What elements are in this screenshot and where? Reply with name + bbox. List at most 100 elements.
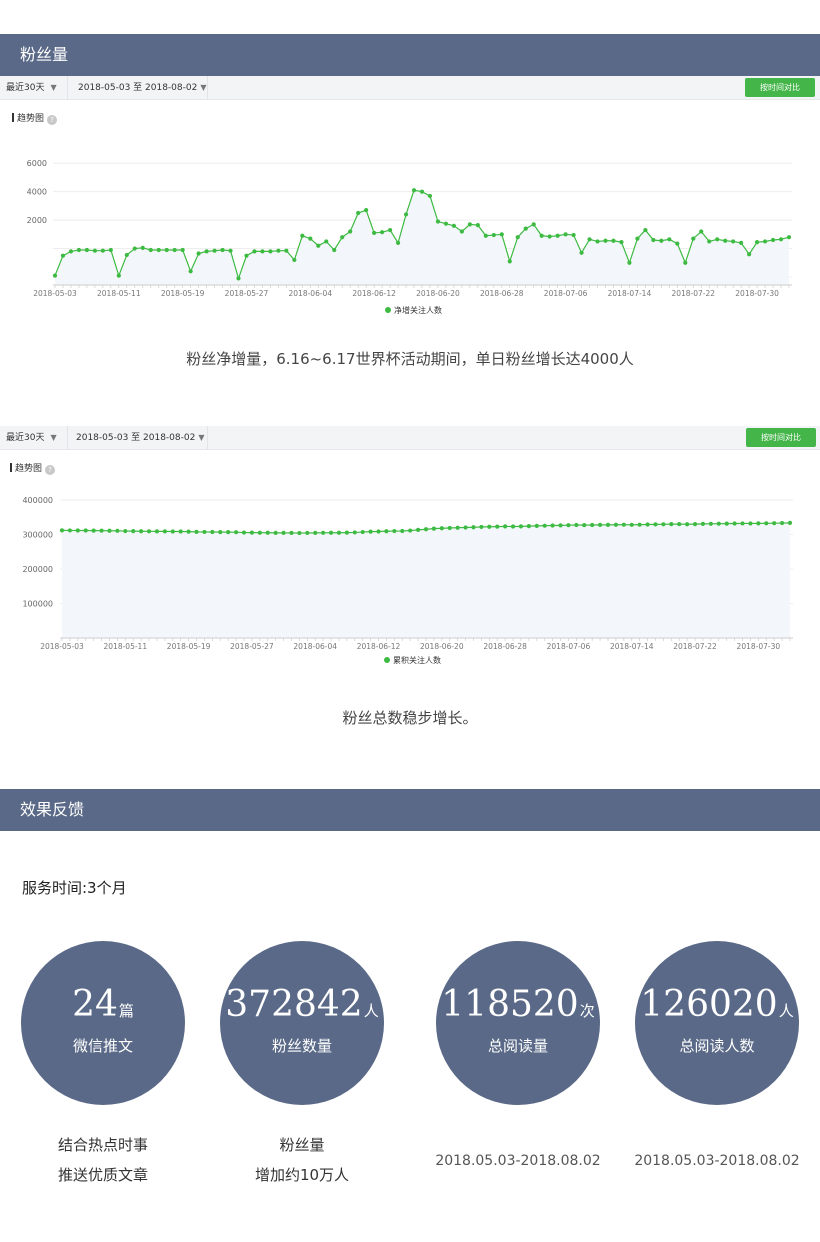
data-point: [645, 522, 650, 527]
data-point: [395, 240, 401, 245]
data-point: [336, 530, 342, 535]
x-tick-label: 2018-07-30: [735, 289, 779, 298]
stat-value-number: 118520: [441, 984, 579, 1025]
data-point: [356, 210, 361, 216]
stat-circle-articles: 24篇 微信推文: [21, 941, 185, 1105]
data-point: [419, 189, 425, 194]
data-point: [659, 238, 664, 243]
stat-desc-line: 推送优质文章: [57, 1166, 148, 1184]
data-point: [233, 530, 239, 535]
x-tick-label: 2018-05-11: [97, 289, 141, 298]
stat-label: 微信推文: [72, 1037, 133, 1055]
data-point: [619, 240, 624, 245]
stat-value: 372842人: [220, 985, 384, 1031]
data-point: [123, 528, 128, 534]
question-circle-icon[interactable]: ?: [47, 115, 58, 125]
data-point: [380, 230, 385, 235]
data-point: [124, 252, 129, 258]
stat-value: 126020人: [635, 985, 799, 1031]
data-point: [724, 521, 729, 526]
data-point: [669, 522, 674, 527]
data-point: [534, 523, 539, 528]
stat-desc-line: 2018.05.03-2018.08.02: [435, 1153, 601, 1169]
data-point: [699, 229, 704, 234]
chart2-caption: 粉丝总数稳步增长。: [342, 709, 478, 727]
data-point: [518, 524, 524, 529]
data-point: [364, 208, 369, 213]
trend-label: 趋势图?: [10, 461, 56, 475]
data-point: [91, 528, 96, 533]
data-point: [107, 528, 112, 533]
data-point: [344, 530, 349, 535]
stat-unit: 人: [363, 1002, 379, 1020]
data-point: [651, 237, 656, 243]
period-select[interactable]: 最近30天 ▼: [0, 426, 68, 450]
data-point: [116, 273, 121, 278]
data-point: [324, 239, 329, 244]
data-point: [539, 233, 544, 238]
data-point: [463, 525, 468, 530]
data-point: [244, 253, 249, 258]
compare-by-time-button[interactable]: 按时间对比: [745, 78, 815, 97]
data-point: [762, 239, 768, 244]
data-point: [613, 522, 619, 527]
data-point: [558, 523, 563, 528]
data-point: [348, 229, 353, 234]
chart2-toolbar: 最近30天 ▼ 2018-05-03 至 2018-08-02 ▼ 按时间对比: [0, 426, 820, 450]
period-select[interactable]: 最近30天 ▼: [0, 76, 68, 100]
data-point: [99, 528, 104, 533]
stat-circle-readers: 126020人 总阅读人数: [635, 941, 799, 1105]
data-point: [194, 529, 199, 534]
data-point: [146, 529, 152, 534]
data-point: [715, 237, 720, 242]
series-area: [55, 190, 789, 285]
data-point: [487, 524, 492, 529]
x-tick-label: 2018-05-19: [167, 642, 211, 651]
data-point: [162, 529, 167, 534]
stat-desc-fans: 粉丝量 增加约10万人: [202, 1130, 402, 1190]
data-point: [132, 246, 137, 251]
y-tick-label: 400000: [22, 496, 53, 505]
x-tick-label: 2018-07-06: [544, 289, 588, 298]
date-range-select[interactable]: 2018-05-03 至 2018-08-02 ▼: [68, 426, 208, 450]
chart1-caption: 粉丝净增量，6.16~6.17世界杯活动期间，单日粉丝增长达4000人: [186, 350, 634, 368]
stat-value: 24篇: [21, 985, 185, 1031]
data-point: [563, 232, 568, 237]
data-point: [483, 233, 488, 238]
legend-label: 累积关注人数: [393, 655, 441, 665]
data-point: [683, 260, 688, 265]
data-point: [411, 188, 417, 193]
data-point: [196, 251, 201, 256]
x-tick-label: 2018-06-04: [289, 289, 333, 298]
compare-by-time-button[interactable]: 按时间对比: [746, 428, 816, 447]
data-point: [188, 269, 193, 274]
question-circle-icon[interactable]: ?: [45, 465, 56, 475]
stat-value-number: 372842: [225, 984, 363, 1025]
data-point: [515, 235, 520, 240]
triangle-down-icon: ▼: [50, 433, 57, 442]
data-point: [212, 248, 217, 253]
data-point: [316, 243, 321, 248]
period-select-label: 最近30天: [6, 433, 45, 443]
x-tick-label: 2018-05-19: [161, 289, 205, 298]
data-point: [368, 529, 373, 534]
data-point: [284, 248, 289, 253]
data-point: [313, 530, 318, 535]
data-point: [59, 528, 65, 533]
data-point: [204, 249, 209, 254]
data-point: [170, 529, 175, 534]
data-point: [547, 234, 552, 239]
date-range-select[interactable]: 2018-05-03 至 2018-08-02 ▼: [68, 76, 208, 100]
data-point: [52, 273, 58, 278]
data-point: [499, 232, 504, 237]
x-tick-label: 2018-05-11: [104, 642, 148, 651]
data-point: [228, 248, 233, 253]
trend-label-text: 趋势图: [17, 114, 45, 124]
data-point: [716, 521, 721, 526]
data-point: [265, 530, 270, 535]
data-point: [542, 523, 547, 528]
data-point: [83, 528, 88, 533]
label-bar-marker: [10, 463, 12, 472]
total-follow-chart: 100000 200000 300000 400000 2018-05-03 2018-0…: [22, 496, 793, 665]
data-point: [595, 239, 600, 244]
